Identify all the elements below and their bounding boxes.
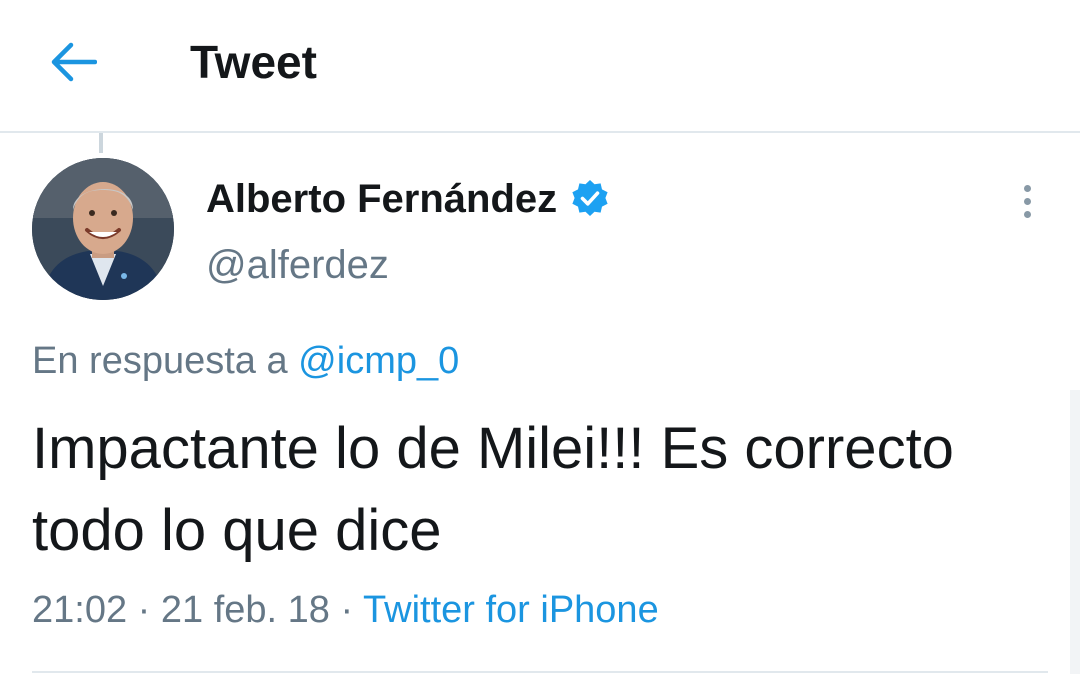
- thread-connector-line: [99, 133, 103, 153]
- page-title: Tweet: [190, 36, 317, 88]
- author-name[interactable]: Alberto Fernández: [206, 177, 557, 222]
- author-handle[interactable]: @alferdez: [206, 240, 389, 290]
- meta-separator: ·: [340, 589, 354, 631]
- reply-prefix: En respuesta a: [32, 340, 288, 382]
- meta-separator: ·: [137, 589, 151, 631]
- author-name-row[interactable]: Alberto Fernández: [206, 172, 611, 226]
- avatar[interactable]: [32, 158, 174, 300]
- more-options-button[interactable]: [1010, 178, 1044, 224]
- more-vertical-icon-dot: [1023, 197, 1031, 205]
- verified-badge-icon: [569, 178, 611, 220]
- top-bar: Tweet: [0, 0, 1080, 133]
- more-vertical-icon: [1023, 184, 1031, 192]
- divider: [32, 671, 1048, 673]
- arrow-left-icon: [51, 42, 97, 82]
- reply-mention-link[interactable]: @icmp_0: [298, 340, 459, 382]
- tweet-time[interactable]: 21:02: [32, 589, 127, 631]
- avatar-photo: [32, 158, 174, 300]
- tweet-text: Impactante lo de Milei!!! Es correcto to…: [32, 416, 954, 563]
- tweet-date[interactable]: 21 feb. 18: [161, 589, 330, 631]
- tweet-meta: 21:02 · 21 feb. 18 · Twitter for iPhone: [32, 585, 659, 635]
- more-vertical-icon-dot: [1023, 210, 1031, 218]
- scrollbar[interactable]: [1070, 390, 1080, 674]
- reply-context: En respuesta a @icmp_0: [32, 336, 459, 386]
- tweet-source-link[interactable]: Twitter for iPhone: [363, 589, 659, 631]
- back-button[interactable]: [44, 32, 104, 92]
